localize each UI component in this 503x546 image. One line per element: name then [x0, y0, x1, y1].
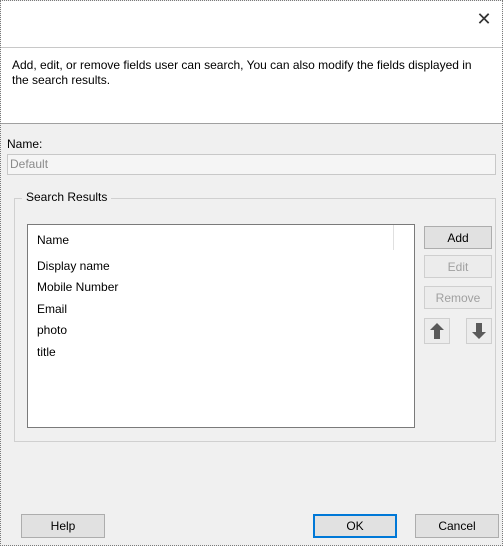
description-panel: Add, edit, or remove fields user can sea… — [1, 48, 502, 124]
add-button[interactable]: Add — [424, 226, 492, 249]
cancel-button-label: Cancel — [438, 519, 476, 533]
list-item[interactable]: photo — [37, 323, 67, 337]
edit-button[interactable]: Edit — [424, 255, 492, 278]
list-item[interactable]: Email — [37, 302, 67, 316]
remove-button-label: Remove — [435, 290, 481, 305]
edit-button-label: Edit — [447, 259, 469, 274]
list-item[interactable]: Mobile Number — [37, 280, 118, 294]
ok-button-label: OK — [346, 519, 364, 533]
search-fields-dialog: ✕ Add, edit, or remove fields user can s… — [0, 0, 503, 546]
ok-button[interactable]: OK — [313, 514, 397, 538]
close-button[interactable]: ✕ — [474, 9, 494, 29]
arrow-up-icon — [430, 323, 444, 339]
move-up-button[interactable] — [424, 318, 450, 344]
cancel-button[interactable]: Cancel — [415, 514, 499, 538]
description-text: Add, edit, or remove fields user can sea… — [12, 58, 472, 87]
name-field: Default — [7, 154, 496, 175]
search-results-label: Search Results — [22, 190, 112, 204]
list-item[interactable]: title — [37, 345, 56, 359]
move-down-button[interactable] — [466, 318, 492, 344]
column-header-label: Name — [37, 233, 70, 247]
search-results-list[interactable]: Name Display name Mobile Number Email ph… — [27, 224, 415, 428]
column-header-name[interactable]: Name — [28, 225, 394, 250]
help-button-label: Help — [50, 519, 76, 533]
arrow-down-icon — [472, 323, 486, 339]
add-button-label: Add — [447, 230, 469, 245]
help-button[interactable]: Help — [21, 514, 105, 538]
close-icon: ✕ — [476, 8, 492, 29]
remove-button[interactable]: Remove — [424, 286, 492, 309]
name-label: Name: — [7, 137, 43, 151]
list-item[interactable]: Display name — [37, 259, 110, 273]
title-bar: ✕ — [1, 1, 502, 48]
